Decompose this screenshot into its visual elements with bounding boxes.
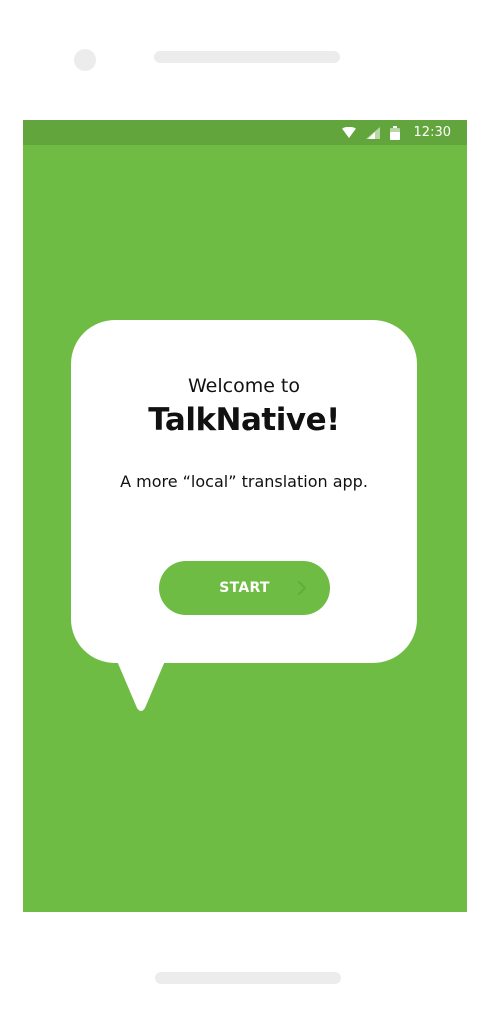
earpiece-speaker	[154, 51, 340, 63]
welcome-screen: Welcome to TalkNative! A more “local” tr…	[23, 145, 467, 912]
speech-bubble-tail	[117, 661, 165, 711]
speech-bubble: Welcome to TalkNative! A more “local” tr…	[71, 320, 417, 663]
status-time: 12:30	[413, 125, 451, 140]
front-camera	[74, 49, 96, 71]
start-button[interactable]: START	[159, 561, 330, 615]
tagline: A more “local” translation app.	[120, 472, 368, 491]
home-indicator	[155, 972, 341, 984]
status-bar: 12:30	[23, 120, 467, 145]
status-icons: 12:30	[341, 120, 451, 145]
wifi-icon	[341, 127, 356, 138]
battery-icon	[389, 125, 400, 140]
signal-icon	[365, 126, 380, 139]
welcome-heading: Welcome to	[187, 375, 301, 397]
device-frame: 12:30 Welcome to TalkNative! A more “loc…	[0, 0, 490, 1032]
app-name-title: TalkNative!	[148, 402, 340, 438]
screen: 12:30 Welcome to TalkNative! A more “loc…	[23, 120, 467, 912]
chevron-right-icon	[297, 580, 307, 600]
